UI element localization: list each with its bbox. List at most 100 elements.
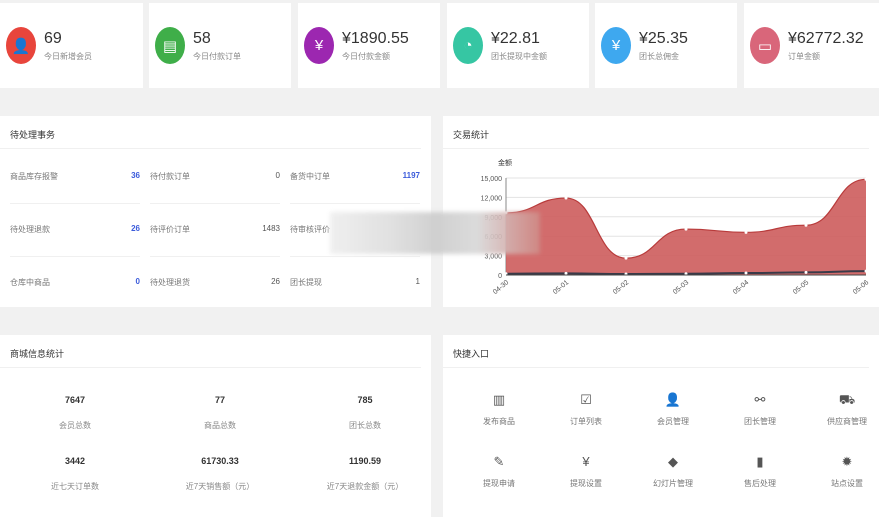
y-tick-label: 3,000 xyxy=(484,254,502,261)
barcode-icon: ▥ xyxy=(492,392,506,407)
quick-entry-tag[interactable]: ◆ 幻灯片管理 xyxy=(633,454,713,489)
stat-value: 1190.59 xyxy=(348,456,382,466)
quick-entry-sitemap[interactable]: ⚯ 团长管理 xyxy=(720,392,800,427)
stat-label: 商品总数 xyxy=(204,421,236,430)
pending-value: 1 xyxy=(415,277,420,286)
x-tick-label: 04-30 xyxy=(492,279,510,296)
stat-card[interactable]: ◔ ¥22.81 团长提现中金额 xyxy=(447,3,589,88)
pending-label: 仓库中商品 xyxy=(10,278,50,287)
pending-value: 36 xyxy=(131,171,140,180)
pie-chart-icon: ◔ xyxy=(453,27,483,64)
mall-stats-panel: 商城信息统计 7647 会员总数 77 商品总数 785 团长总数 3442 近七天订单数 61… xyxy=(0,335,431,517)
money-bag-icon: ¥ xyxy=(601,27,631,64)
x-tick-label: 05-05 xyxy=(792,279,810,296)
blurred-region xyxy=(330,212,540,254)
trade-title: 交易统计 xyxy=(443,116,869,149)
y-axis-label: 金额 xyxy=(498,158,512,167)
quick-entry-label: 订单列表 xyxy=(570,417,602,426)
x-tick-label: 05-01 xyxy=(552,279,570,296)
document-icon: ▤ xyxy=(155,27,185,64)
data-point xyxy=(864,177,868,181)
card-value: 69 xyxy=(44,29,62,47)
stat-value: 61730.33 xyxy=(201,456,239,466)
stat-card[interactable]: ¥ ¥1890.55 今日付款金额 xyxy=(298,3,440,88)
user-add-icon: 👤 xyxy=(6,27,36,64)
pending-item[interactable]: 仓库中商品 0 xyxy=(10,277,140,288)
stat-value: 3442 xyxy=(64,456,86,466)
card-value: 58 xyxy=(193,29,211,47)
pending-item[interactable]: 团长提现 1 xyxy=(290,277,420,288)
pending-value: 26 xyxy=(271,277,280,286)
card-label: 今日付款订单 xyxy=(193,51,241,61)
mall-stat: 785 团长总数 xyxy=(295,395,435,431)
bar-chart-icon: ▮ xyxy=(756,454,764,469)
divider xyxy=(10,256,140,257)
pending-item[interactable]: 待付款订单 0 xyxy=(150,171,280,182)
card-label: 团长总佣金 xyxy=(639,51,679,61)
ticket-icon: ✎ xyxy=(493,454,505,469)
quick-entry-gear[interactable]: ✹ 站点设置 xyxy=(807,454,879,489)
divider xyxy=(290,203,420,204)
pending-label: 待评价订单 xyxy=(150,225,190,234)
card-value: ¥25.35 xyxy=(639,29,688,47)
card-value: ¥62772.32 xyxy=(788,29,864,47)
quick-entry-ticket[interactable]: ✎ 提现申请 xyxy=(459,454,539,489)
card-label: 订单金额 xyxy=(788,51,820,61)
pending-value: 0 xyxy=(275,171,280,180)
quick-entry-label: 幻灯片管理 xyxy=(653,479,693,488)
pending-label: 备货中订单 xyxy=(290,172,330,181)
stat-card[interactable]: ▤ 58 今日付款订单 xyxy=(149,3,291,88)
quick-entry-label: 站点设置 xyxy=(831,479,863,488)
clipboard-check-icon: ☑ xyxy=(580,392,592,407)
y-tick-label: 0 xyxy=(498,273,502,280)
data-point xyxy=(744,271,748,275)
quick-entry-label: 售后处理 xyxy=(744,479,776,488)
pending-value: 1197 xyxy=(402,171,420,180)
x-tick-label: 05-06 xyxy=(852,279,870,296)
card-value: ¥22.81 xyxy=(491,29,540,47)
quick-entry-clipboard-check[interactable]: ☑ 订单列表 xyxy=(546,392,626,427)
pending-label: 待处理退货 xyxy=(150,278,190,287)
pending-item[interactable]: 备货中订单 1197 xyxy=(290,171,420,182)
pending-item[interactable]: 待处理退货 26 xyxy=(150,277,280,288)
divider xyxy=(150,256,280,257)
data-point xyxy=(624,256,628,260)
data-point xyxy=(684,227,688,231)
quick-entry-barcode[interactable]: ▥ 发布商品 xyxy=(459,392,539,427)
pending-label: 待处理退款 xyxy=(10,225,50,234)
stat-value: 7647 xyxy=(64,395,86,405)
tag-icon: ◆ xyxy=(668,454,678,469)
quick-title: 快捷入口 xyxy=(443,335,869,368)
card-label: 团长提现中金额 xyxy=(491,51,547,61)
pending-label: 待付款订单 xyxy=(150,172,190,181)
divider xyxy=(290,256,420,257)
data-point xyxy=(744,230,748,234)
gear-icon: ✹ xyxy=(841,454,853,469)
quick-entry-label: 提现申请 xyxy=(483,479,515,488)
x-tick-label: 05-02 xyxy=(612,279,630,296)
sitemap-icon: ⚯ xyxy=(754,392,766,407)
stat-label: 团长总数 xyxy=(349,421,381,430)
stat-label: 近七天订单数 xyxy=(51,482,99,491)
stat-card[interactable]: ▭ ¥62772.32 订单金额 xyxy=(744,3,879,88)
quick-entry-label: 供应商管理 xyxy=(827,417,867,426)
quick-entry-yen-circle[interactable]: ¥ 提现设置 xyxy=(546,454,626,489)
data-point xyxy=(804,270,808,274)
quick-entry-truck[interactable]: ⛟ 供应商管理 xyxy=(807,392,879,427)
quick-entry-label: 提现设置 xyxy=(570,479,602,488)
mall-title: 商城信息统计 xyxy=(0,335,421,368)
stat-card[interactable]: 👤 69 今日新增会员 xyxy=(0,3,143,88)
receipt-icon: ▭ xyxy=(750,27,780,64)
pending-label: 团长提现 xyxy=(290,278,322,287)
quick-entry-bar-chart[interactable]: ▮ 售后处理 xyxy=(720,454,800,489)
stat-label: 会员总数 xyxy=(59,421,91,430)
mall-stat: 77 商品总数 xyxy=(150,395,290,431)
stat-card[interactable]: ¥ ¥25.35 团长总佣金 xyxy=(595,3,737,88)
data-point xyxy=(564,271,568,275)
pending-item[interactable]: 商品库存报警 36 xyxy=(10,171,140,182)
quick-entry-users[interactable]: 👤 会员管理 xyxy=(633,392,713,427)
pending-value: 26 xyxy=(131,224,140,233)
pending-item[interactable]: 待评价订单 1483 xyxy=(150,224,280,235)
pending-item[interactable]: 待处理退款 26 xyxy=(10,224,140,235)
card-label: 今日新增会员 xyxy=(44,51,92,61)
